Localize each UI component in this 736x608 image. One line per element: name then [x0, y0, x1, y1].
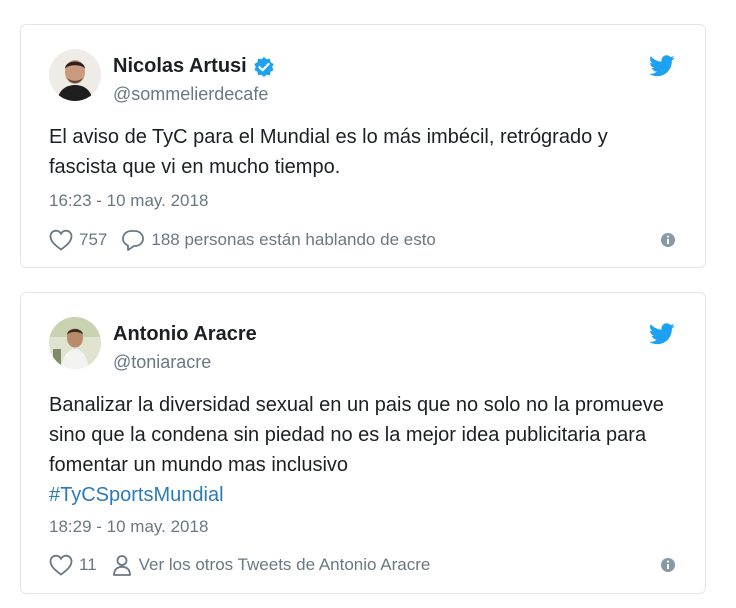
conversation-action[interactable]: 188 personas están hablando de esto: [121, 229, 436, 251]
more-tweets-action[interactable]: Ver los otros Tweets de Antonio Aracre: [111, 554, 431, 576]
like-action[interactable]: 757: [49, 229, 107, 251]
author-name[interactable]: Nicolas Artusi: [113, 55, 247, 78]
heart-icon: [49, 229, 73, 251]
conversation-label: 188 personas están hablando de esto: [151, 230, 436, 249]
like-count: 11: [79, 555, 97, 574]
like-action[interactable]: 11: [49, 554, 97, 576]
like-count: 757: [79, 230, 108, 249]
hashtag-link[interactable]: #TyCSportsMundial: [49, 484, 224, 506]
tweet-text: Banalizar la diversidad sexual en un pai…: [49, 390, 677, 510]
verified-badge-icon: [253, 56, 275, 78]
info-icon[interactable]: [659, 231, 677, 249]
author-name[interactable]: Antonio Aracre: [113, 323, 257, 346]
tweet-card: Nicolas Artusi @sommelierdecafe El aviso…: [20, 24, 706, 268]
avatar[interactable]: [49, 317, 101, 369]
tweet-actions: 11 Ver los otros Tweets de Antonio Aracr…: [49, 552, 677, 578]
author-handle[interactable]: @sommelierdecafe: [113, 84, 268, 105]
author-handle[interactable]: @toniaracre: [113, 352, 211, 373]
heart-icon: [49, 554, 73, 576]
twitter-bird-icon[interactable]: [649, 323, 675, 345]
tweet-timestamp[interactable]: 18:29 - 10 may. 2018: [49, 517, 208, 537]
tweet-card: Antonio Aracre @toniaracre Banalizar la …: [20, 292, 706, 594]
reply-icon: [122, 230, 145, 251]
tweet-actions: 757 188 personas están hablando de esto: [49, 227, 677, 253]
person-icon: [112, 555, 131, 576]
more-tweets-label: Ver los otros Tweets de Antonio Aracre: [138, 555, 431, 574]
avatar[interactable]: [49, 49, 101, 101]
tweet-timestamp[interactable]: 16:23 - 10 may. 2018: [49, 191, 208, 211]
tweet-text: El aviso de TyC para el Mundial es lo má…: [49, 126, 608, 178]
info-icon[interactable]: [659, 556, 677, 574]
twitter-bird-icon[interactable]: [649, 55, 675, 77]
tweet-body: Banalizar la diversidad sexual en un pai…: [49, 394, 664, 476]
